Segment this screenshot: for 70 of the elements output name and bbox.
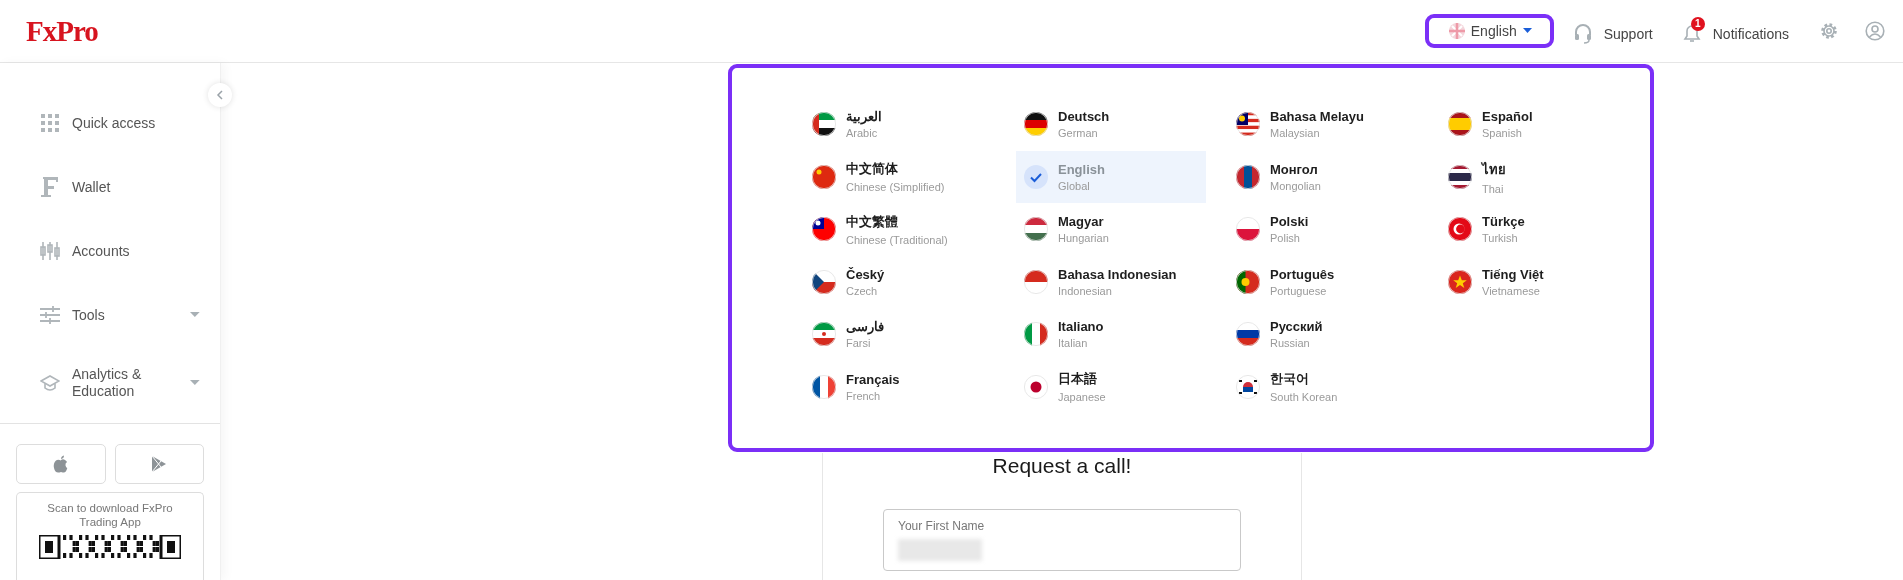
flag-icon bbox=[1024, 374, 1048, 399]
flag-icon bbox=[812, 269, 836, 294]
apple-icon bbox=[52, 455, 69, 473]
collapse-button[interactable] bbox=[208, 83, 232, 107]
sidebar-item[interactable]: Quick access bbox=[0, 91, 220, 155]
language-option[interactable]: 中文繁體 Chinese (Traditional) bbox=[804, 203, 994, 256]
language-option[interactable]: Italiano Italian bbox=[1016, 308, 1206, 361]
sliders-icon bbox=[40, 305, 60, 325]
play-icon bbox=[151, 455, 168, 473]
flag-icon bbox=[812, 322, 836, 347]
fxpro-logo[interactable]: FxPro bbox=[26, 14, 98, 48]
flag-icon bbox=[1448, 23, 1465, 39]
support-link[interactable]: Support bbox=[1573, 14, 1653, 48]
flag-icon bbox=[1236, 164, 1260, 189]
flag-icon bbox=[812, 164, 836, 189]
headset-icon bbox=[1573, 23, 1592, 44]
app-store-button[interactable] bbox=[16, 444, 106, 484]
flag-icon bbox=[1448, 217, 1472, 242]
language-option[interactable]: Türkçe Turkish bbox=[1440, 203, 1630, 256]
language-button[interactable]: English bbox=[1424, 14, 1554, 48]
flag-icon bbox=[1024, 112, 1048, 137]
language-option[interactable]: Tiếng Việt Vietnamese bbox=[1440, 255, 1630, 308]
language-option[interactable]: 한국어 South Korean bbox=[1228, 360, 1418, 413]
flag-icon bbox=[1236, 217, 1260, 242]
user-icon[interactable] bbox=[1865, 21, 1885, 41]
notification-badge: 1 bbox=[1690, 16, 1705, 31]
flag-icon bbox=[1024, 269, 1048, 294]
flag-icon bbox=[812, 112, 836, 137]
flag-icon bbox=[1236, 269, 1260, 294]
flag-icon bbox=[812, 374, 836, 399]
first-name-field[interactable]: Your First Name bbox=[883, 509, 1241, 571]
language-option[interactable]: Français French bbox=[804, 360, 994, 413]
flag-icon bbox=[1024, 217, 1048, 242]
flag-icon bbox=[1448, 164, 1472, 189]
language-option[interactable]: Português Portuguese bbox=[1228, 255, 1418, 308]
check-icon bbox=[1024, 164, 1048, 189]
caret-icon bbox=[1522, 28, 1532, 34]
language-option[interactable]: Bahasa Indonesian Indonesian bbox=[1016, 255, 1206, 308]
language-option[interactable]: Český Czech bbox=[804, 255, 994, 308]
flag-icon bbox=[1236, 374, 1260, 399]
sidebar-item[interactable]: Accounts bbox=[0, 219, 220, 283]
chevron-left-icon bbox=[216, 90, 224, 100]
language-option[interactable]: ไทย Thai bbox=[1440, 150, 1630, 203]
sidebar-item[interactable]: Analytics & Education bbox=[0, 347, 220, 419]
flag-icon bbox=[1024, 322, 1048, 347]
language-option[interactable]: Bahasa Melayu Malaysian bbox=[1228, 98, 1418, 151]
language-option[interactable]: Polski Polish bbox=[1228, 203, 1418, 256]
language-option[interactable]: Deutsch German bbox=[1016, 98, 1206, 151]
language-option[interactable]: 日本語 Japanese bbox=[1016, 360, 1206, 413]
letter-f-icon bbox=[40, 176, 60, 198]
flag-icon bbox=[812, 217, 836, 242]
candlestick-icon bbox=[40, 241, 60, 261]
form-title: Request a call! bbox=[992, 453, 1132, 479]
settings-icon[interactable] bbox=[1819, 21, 1839, 41]
google-play-button[interactable] bbox=[114, 444, 204, 484]
flag-icon bbox=[1236, 112, 1260, 137]
flag-icon bbox=[1448, 112, 1472, 137]
qr-caption: Scan to download FxPro Trading App bbox=[46, 501, 174, 529]
notifications-link[interactable]: 1 Notifications bbox=[1682, 14, 1789, 48]
graduation-cap-icon bbox=[40, 374, 60, 392]
language-option[interactable]: Español Spanish bbox=[1440, 98, 1630, 151]
language-option[interactable]: 中文简体 Chinese (Simplified) bbox=[804, 150, 994, 203]
sidebar-item[interactable]: Tools bbox=[0, 283, 220, 347]
language-option[interactable]: Русский Russian bbox=[1228, 308, 1418, 361]
flag-icon bbox=[1448, 269, 1472, 294]
grid-icon bbox=[40, 114, 60, 132]
flag-icon bbox=[1236, 322, 1260, 347]
language-option[interactable]: Монгол Mongolian bbox=[1228, 150, 1418, 203]
language-option[interactable]: Magyar Hungarian bbox=[1016, 203, 1206, 256]
sidebar-item[interactable]: Wallet bbox=[0, 155, 220, 219]
